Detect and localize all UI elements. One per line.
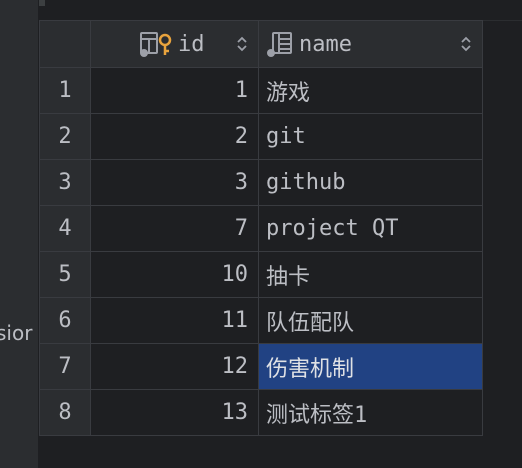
cell-name[interactable]: 测试标签1 [258,389,483,436]
table-row[interactable]: 2 2 git [39,113,483,160]
cell-id[interactable]: 12 [90,343,259,390]
left-side-panel: sior [0,0,39,468]
table-row[interactable]: 4 7 project QT [39,205,483,252]
row-number[interactable]: 6 [39,297,91,344]
cell-name[interactable]: 游戏 [258,67,483,114]
cell-id[interactable]: 3 [90,159,259,206]
header-row: id name [39,20,483,68]
column-header-id-label: id [178,31,205,57]
clipped-panel-text: sior [0,321,33,345]
row-number[interactable]: 3 [39,159,91,206]
table-row[interactable]: 6 11 队伍配队 [39,297,483,344]
cell-id[interactable]: 7 [90,205,259,252]
cell-id[interactable]: 13 [90,389,259,436]
table-row[interactable]: 8 13 测试标签1 [39,389,483,436]
table-row[interactable]: 1 1 游戏 [39,67,483,114]
column-header-name-label: name [299,31,352,57]
cell-id[interactable]: 11 [90,297,259,344]
results-table: id name 1 1 游戏 2 2 git 3 3 github 4 7 pr… [39,20,483,436]
row-number[interactable]: 4 [39,205,91,252]
primary-key-column-icon [140,31,174,57]
row-number[interactable]: 5 [39,251,91,298]
cell-id[interactable]: 10 [90,251,259,298]
cell-name[interactable]: github [258,159,483,206]
data-grid: id name 1 1 游戏 2 2 git 3 3 github 4 7 pr… [39,0,522,468]
cell-name[interactable]: git [258,113,483,160]
table-column-icon [265,31,295,57]
table-row[interactable]: 5 10 抽卡 [39,251,483,298]
row-number[interactable]: 2 [39,113,91,160]
cell-name[interactable]: 抽卡 [258,251,483,298]
cell-name-selected[interactable]: 伤害机制 [258,343,483,390]
header-corner[interactable] [39,20,91,68]
table-row[interactable]: 3 3 github [39,159,483,206]
cell-name[interactable]: 队伍配队 [258,297,483,344]
column-header-name[interactable]: name [258,20,483,68]
table-row-selected[interactable]: 7 12 伤害机制 [39,343,483,390]
grid-corner-notch [39,0,45,6]
column-header-id[interactable]: id [90,20,259,68]
row-number[interactable]: 1 [39,67,91,114]
sort-arrows-icon[interactable] [236,36,248,52]
sort-arrows-icon[interactable] [460,36,472,52]
row-number[interactable]: 7 [39,343,91,390]
grid-top-strip [39,0,522,21]
cell-name[interactable]: project QT [258,205,483,252]
cell-id[interactable]: 1 [90,67,259,114]
cell-id[interactable]: 2 [90,113,259,160]
row-number[interactable]: 8 [39,389,91,436]
